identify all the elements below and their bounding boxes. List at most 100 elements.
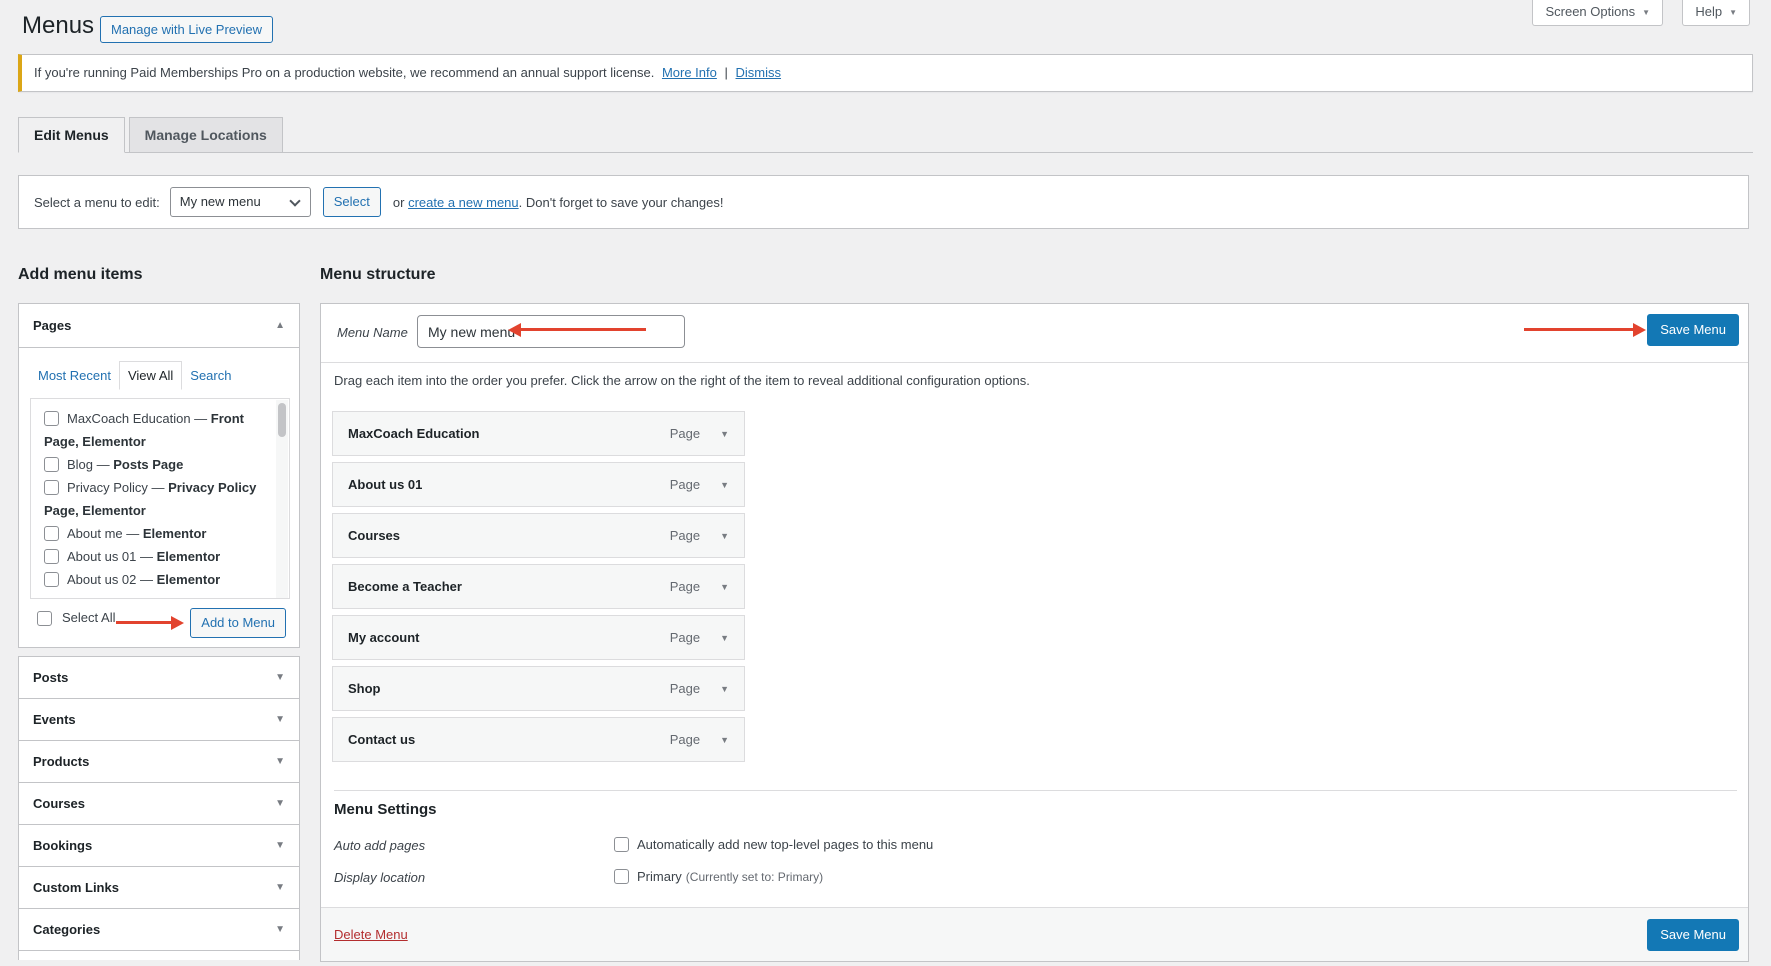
menu-item-label: Shop (348, 681, 381, 696)
auto-add-pages-label: Auto add pages (334, 838, 426, 853)
page-item-label: About us 01 — (67, 549, 157, 564)
accordion-label: Categories (33, 922, 101, 937)
tab-search[interactable]: Search (182, 362, 239, 389)
accordion-custom-links[interactable]: Custom Links ▼ (18, 866, 300, 909)
chevron-down-icon[interactable]: ▼ (720, 531, 729, 541)
scrollbar-thumb[interactable] (278, 403, 286, 437)
menu-item-type: Page (669, 681, 701, 696)
pages-panel: Pages ▲ Most Recent View All Search MaxC… (18, 303, 300, 648)
accordion-categories[interactable]: Categories ▼ (18, 908, 300, 951)
pages-checklist[interactable]: MaxCoach Education — Front Page, Element… (30, 398, 290, 599)
chevron-down-icon: ▼ (275, 714, 285, 725)
tab-most-recent[interactable]: Most Recent (30, 362, 119, 389)
select-all-row: Select All Add to Menu (37, 608, 290, 640)
select-all-checkbox[interactable] (37, 611, 52, 626)
checkbox[interactable] (44, 480, 59, 495)
select-button[interactable]: Select (322, 187, 381, 217)
display-location-option: Primary (637, 869, 682, 884)
notice-banner: If you're running Paid Memberships Pro o… (18, 54, 1753, 92)
accordion-products[interactable]: Products ▼ (18, 740, 300, 783)
accordion-partial[interactable] (18, 950, 300, 960)
delete-menu-link[interactable]: Delete Menu (334, 927, 408, 942)
display-location-primary-checkbox[interactable] (614, 869, 629, 884)
accordion-label: Products (33, 754, 90, 769)
chevron-down-icon[interactable]: ▼ (720, 633, 729, 643)
screen-options-button[interactable]: Screen Options ▼ (1532, 0, 1663, 26)
pages-panel-title: Pages (33, 318, 72, 333)
menu-item-label: My account (348, 630, 420, 645)
menu-item-become-a-teacher[interactable]: Become a Teacher Page ▼ (332, 564, 745, 609)
save-menu-button-top[interactable]: Save Menu (1647, 314, 1739, 346)
checkbox[interactable] (44, 457, 59, 472)
menu-item-my-account[interactable]: My account Page ▼ (332, 615, 745, 660)
add-menu-items-heading: Add menu items (18, 266, 143, 283)
menu-select-dropdown[interactable]: My new menu (169, 187, 311, 217)
menu-name-input[interactable] (417, 315, 685, 348)
chevron-down-icon[interactable]: ▼ (720, 582, 729, 592)
selected-menu-value: My new menu (179, 194, 261, 209)
scrollbar[interactable] (276, 400, 288, 598)
accordion-stack: Posts ▼ Events ▼ Products ▼ Courses ▼ Bookin… (18, 656, 300, 960)
menu-structure-box: Menu Name Save Menu Drag each item into … (320, 303, 1749, 962)
select-all-label: Select All (62, 610, 116, 625)
chevron-down-icon: ▼ (1729, 8, 1737, 17)
list-item: About us 02 — Elementor (44, 568, 267, 591)
pages-panel-header[interactable]: Pages ▲ (18, 303, 300, 348)
chevron-up-icon[interactable]: ▲ (275, 320, 285, 331)
chevron-down-icon[interactable]: ▼ (720, 480, 729, 490)
chevron-down-icon: ▼ (275, 882, 285, 893)
menu-item-courses[interactable]: Courses Page ▼ (332, 513, 745, 558)
menu-item-label: Become a Teacher (348, 579, 462, 594)
menu-item-about-us-01[interactable]: About us 01 Page ▼ (332, 462, 745, 507)
auto-add-pages-checkbox[interactable] (614, 837, 629, 852)
tab-view-all[interactable]: View All (118, 361, 183, 390)
chevron-down-icon[interactable]: ▼ (720, 684, 729, 694)
accordion-events[interactable]: Events ▼ (18, 698, 300, 741)
page-item-label: About us 02 — (67, 572, 157, 587)
accordion-label: Custom Links (33, 880, 119, 895)
notice-separator: | (724, 65, 728, 80)
menu-item-maxcoach-education[interactable]: MaxCoach Education Page ▼ (332, 411, 745, 456)
menu-item-type: Page (669, 528, 701, 543)
checkbox[interactable] (44, 572, 59, 587)
accordion-posts[interactable]: Posts ▼ (18, 656, 300, 699)
page-item-label: Privacy Policy — (67, 480, 169, 495)
chevron-down-icon: ▼ (275, 756, 285, 767)
save-menu-button-bottom[interactable]: Save Menu (1647, 918, 1739, 951)
list-item: About me — Elementor (44, 522, 267, 545)
checkbox[interactable] (44, 549, 59, 564)
create-new-menu-link[interactable]: create a new menu (408, 195, 519, 210)
menu-item-contact-us[interactable]: Contact us Page ▼ (332, 717, 745, 762)
annotation-arrow-add-to-menu (116, 616, 184, 630)
list-item: Privacy Policy — Privacy Policy Page, El… (44, 476, 267, 522)
help-label: Help (1695, 4, 1723, 19)
menu-item-label: Contact us (348, 732, 416, 747)
checkbox[interactable] (44, 526, 59, 541)
create-menu-text: or create a new menu. Don't forget to sa… (393, 195, 724, 210)
help-button[interactable]: Help ▼ (1682, 0, 1750, 26)
menu-item-type: Page (669, 630, 701, 645)
menu-item-shop[interactable]: Shop Page ▼ (332, 666, 745, 711)
menu-item-label: About us 01 (348, 477, 423, 492)
manage-live-preview-button[interactable]: Manage with Live Preview (100, 16, 274, 43)
dismiss-link[interactable]: Dismiss (736, 65, 782, 80)
more-info-link[interactable]: More Info (662, 65, 717, 80)
tab-manage-locations[interactable]: Manage Locations (128, 117, 283, 152)
or-text: or (392, 194, 405, 210)
menu-items-list: MaxCoach Education Page ▼ About us 01 Page ▼… (332, 411, 745, 768)
tab-edit-menus[interactable]: Edit Menus (18, 117, 125, 153)
menu-item-type: Page (669, 579, 701, 594)
accordion-bookings[interactable]: Bookings ▼ (18, 824, 300, 867)
accordion-courses[interactable]: Courses ▼ (18, 782, 300, 825)
menu-select-bar: Select a menu to edit: My new menu Selec… (18, 175, 1749, 229)
menu-name-row: Menu Name Save Menu (321, 304, 1748, 363)
add-to-menu-button[interactable]: Add to Menu (190, 608, 286, 638)
chevron-down-icon[interactable]: ▼ (720, 735, 729, 745)
chevron-down-icon[interactable]: ▼ (720, 429, 729, 439)
page-item-bold: Elementor (156, 549, 221, 564)
checkbox[interactable] (44, 411, 59, 426)
wordpress-menus-page: Screen Options ▼ Help ▼ Menus Manage with … (0, 0, 1771, 966)
chevron-down-icon: ▼ (1642, 8, 1650, 17)
list-item: About us 01 — Elementor (44, 545, 267, 568)
menu-item-label: Courses (348, 528, 401, 543)
